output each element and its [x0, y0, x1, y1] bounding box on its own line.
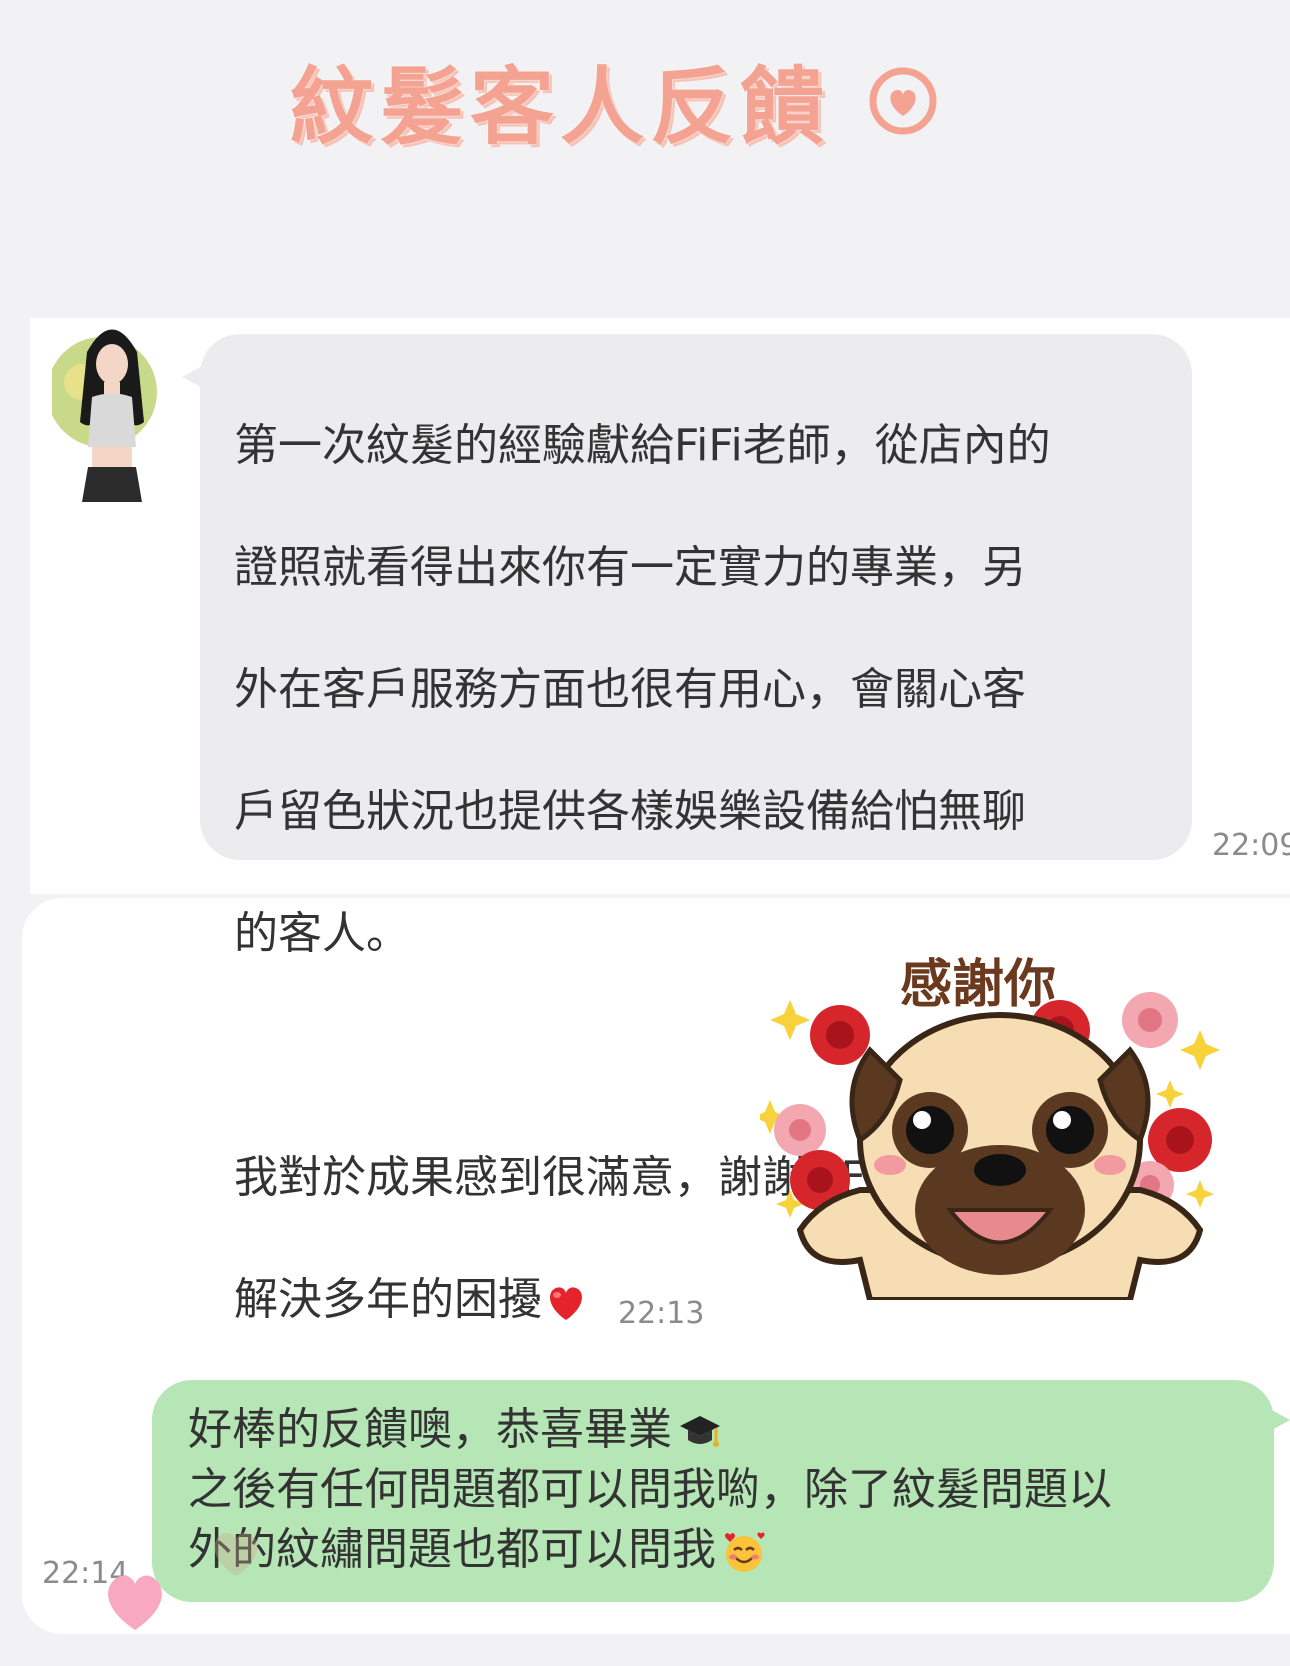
message-line: 戶留色狀況也提供各樣娛樂設備給怕無聊	[234, 786, 1026, 837]
smiling-face-with-hearts-emoji	[725, 1532, 765, 1572]
pug-thank-you-sticker[interactable]: 感謝你	[753, 930, 1240, 1303]
reply-line-text: 好棒的反饋噢，恭喜畢業	[188, 1404, 672, 1455]
heart-outline-icon	[869, 67, 937, 135]
sticker-timestamp: 22:13	[618, 1296, 705, 1331]
incoming-timestamp: 22:09	[1212, 828, 1290, 863]
reply-line-text: 外的紋繡問題也都可以問我	[188, 1524, 716, 1575]
outgoing-message-text[interactable]: 好棒的反饋噢，恭喜畢業 之後有任何問題都可以問我喲，除了紋髮問題以 外的紋繡問題…	[188, 1400, 1268, 1580]
message-line-text: 解決多年的困擾	[234, 1274, 542, 1325]
reply-line: 之後有任何問題都可以問我喲，除了紋髮問題以	[188, 1464, 1112, 1515]
page-title: 紋髮客人反饋	[290, 58, 831, 156]
faint-heart-icon	[214, 1532, 258, 1576]
pink-heart-icon	[108, 1575, 162, 1630]
outgoing-bubble-tail	[1268, 1408, 1290, 1432]
message-line: 證照就看得出來你有一定實力的專業，另	[234, 542, 1026, 593]
reply-line: 外的紋繡問題也都可以問我	[188, 1520, 1268, 1580]
message-line: 外在客戶服務方面也很有用心，會關心客	[234, 664, 1026, 715]
contact-avatar[interactable]	[52, 312, 172, 502]
graduation-cap-emoji	[680, 1416, 720, 1447]
sticker-caption: 感謝你	[900, 955, 1056, 1015]
message-line: 第一次紋髮的經驗獻給FiFi老師，從店內的	[234, 420, 1051, 471]
red-heart-emoji	[550, 1287, 582, 1320]
reply-line: 好棒的反饋噢，恭喜畢業	[188, 1400, 1268, 1460]
